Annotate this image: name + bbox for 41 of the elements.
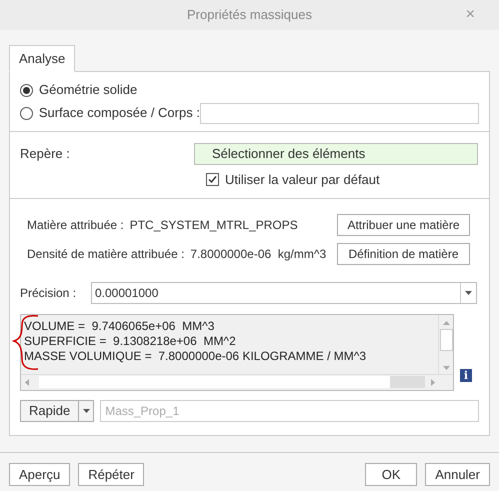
result-line: MASSE VOLUMIQUE = 7.8000000e-06 KILOGRAMME / MM^3 (24, 348, 368, 364)
caret-icon (82, 408, 90, 412)
checkbox[interactable] (206, 173, 219, 186)
dialog-button[interactable]: Aperçu (9, 463, 70, 486)
checkbox-label: Utiliser la valeur par défaut (225, 171, 380, 189)
scroll-left-icon[interactable] (25, 378, 29, 386)
material-value: PTC_SYSTEM_MTRL_PROPS (130, 216, 298, 234)
horizontal-scrollbar[interactable] (21, 374, 453, 390)
scroll-down-icon[interactable] (442, 366, 450, 370)
rapide-split-button[interactable]: Rapide (20, 400, 94, 422)
material-definition-button[interactable]: Définition de matière (337, 242, 470, 264)
tab[interactable]: Analyse (9, 45, 76, 72)
result-line: SUPERFICIE = 9.1308218e+06 MM^2 (24, 334, 237, 348)
dialog-button[interactable]: Annuler (425, 463, 490, 486)
scrollbar-thumb[interactable] (390, 376, 425, 388)
vertical-scrollbar[interactable] (438, 314, 453, 374)
field-label: Matière attribuée : (27, 216, 124, 234)
precision-dropdown[interactable]: 0.00001000 (91, 282, 477, 304)
check-icon (208, 175, 217, 184)
window-title: Propriétés massiques (187, 6, 312, 24)
info-icon[interactable]: i (460, 368, 472, 382)
radio-button[interactable] (20, 84, 33, 96)
radio-label: Géométrie solide (39, 81, 138, 100)
caret-icon (465, 290, 472, 294)
field-label: Repère : (20, 145, 71, 164)
dialog-button[interactable]: OK (365, 463, 418, 486)
radio-button[interactable] (20, 106, 33, 120)
dialog-button[interactable]: Répéter (78, 463, 144, 486)
field-label: Densité de matière attribuée : (27, 246, 184, 262)
field-label: Précision : (20, 284, 78, 302)
select-elements-button[interactable]: Sélectionner des éléments (194, 143, 478, 165)
scrollbar-thumb[interactable] (440, 328, 452, 350)
scroll-up-icon[interactable] (442, 320, 450, 324)
assign-material-button[interactable]: Attribuer une matière (337, 214, 470, 236)
scrollbar-track[interactable] (39, 376, 425, 388)
result-line: VOLUME = 9.7406065e+06 MM^3 (24, 318, 216, 334)
radio-label: Surface composée / Corps : (38, 104, 200, 122)
name-field[interactable]: Mass_Prop_1 (100, 400, 479, 422)
density-value: 7.8000000e-06 kg/mm^3 (190, 246, 326, 262)
input-field[interactable] (200, 102, 479, 124)
scroll-right-icon[interactable] (431, 378, 435, 386)
